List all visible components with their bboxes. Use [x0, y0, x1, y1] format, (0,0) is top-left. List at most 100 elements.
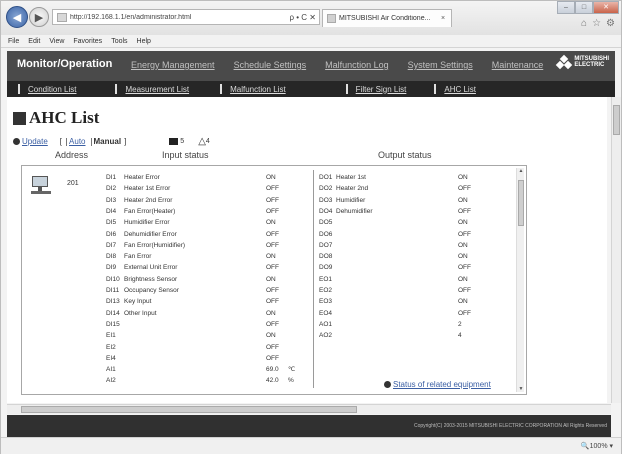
col-header-output: Output status — [378, 150, 432, 160]
scroll-up-icon[interactable]: ▲ — [517, 168, 525, 174]
tab-close-icon[interactable]: × — [441, 15, 451, 22]
input-value: OFF — [266, 230, 279, 238]
address-controls[interactable]: ρ • C ✕ — [281, 13, 319, 22]
window-controls: – □ ✕ — [557, 1, 619, 14]
output-value: 2 — [458, 320, 462, 328]
subnav-measurement-list[interactable]: Measurement List — [115, 84, 189, 94]
browser-toolbar-icons: ⌂ ☆ ⚙ — [581, 18, 615, 29]
input-id: DI4 — [106, 207, 117, 215]
subnav-ahc-list[interactable]: AHC List — [434, 84, 476, 94]
output-value: 4 — [458, 332, 462, 340]
output-id: EO1 — [319, 275, 333, 283]
output-value: ON — [458, 219, 468, 227]
output-value: ON — [458, 298, 468, 306]
main-nav: Energy Management Schedule Settings Malf… — [131, 60, 562, 70]
output-name: Dehumidifier — [336, 207, 373, 215]
page-vertical-scrollbar[interactable] — [611, 97, 621, 403]
menu-tools[interactable]: Tools — [111, 38, 127, 45]
related-equipment-link[interactable]: Status of related equipment — [393, 380, 491, 389]
list-scroll-thumb[interactable] — [518, 180, 524, 226]
menu-edit[interactable]: Edit — [28, 38, 40, 45]
output-value: OFF — [458, 185, 471, 193]
output-value: OFF — [458, 230, 471, 238]
input-value: ON — [266, 275, 276, 283]
address-bar[interactable]: http://192.168.1.1/en/administrator.html… — [52, 9, 320, 25]
output-id: DO1 — [319, 174, 333, 181]
output-value: ON — [458, 253, 468, 261]
nav-maintenance[interactable]: Maintenance — [492, 60, 544, 70]
main-content: AHC List Update [ Auto Manual ] 5 △ 4 Ad… — [7, 97, 607, 403]
settings-gear-icon[interactable]: ⚙ — [606, 18, 615, 29]
input-value: ON — [266, 219, 276, 227]
mitsubishi-logo: MITSUBISHI ELECTRIC — [556, 54, 609, 70]
update-link[interactable]: Update — [22, 137, 48, 146]
page-horizontal-scrollbar[interactable] — [7, 404, 611, 414]
output-id: EO2 — [319, 287, 333, 294]
input-value: OFF — [266, 207, 279, 215]
output-id: DO4 — [319, 207, 333, 215]
col-header-input: Input status — [162, 150, 209, 160]
input-name: Humidifier Error — [124, 219, 170, 227]
input-name: Key Input — [124, 298, 152, 306]
subnav-condition-list[interactable]: Condition List — [18, 84, 76, 94]
browser-window: ◀ ▶ http://192.168.1.1/en/administrator.… — [0, 0, 622, 454]
subnav-malfunction-list[interactable]: Malfunction List — [220, 84, 286, 94]
menu-help[interactable]: Help — [137, 38, 151, 45]
auto-mode-link[interactable]: Auto — [69, 137, 85, 146]
maximize-icon[interactable]: □ — [575, 1, 593, 14]
menu-file[interactable]: File — [8, 38, 19, 45]
input-id: EI2 — [106, 343, 116, 351]
horizontal-scroll-thumb[interactable] — [21, 406, 357, 413]
nav-malfunction-log[interactable]: Malfunction Log — [325, 60, 389, 70]
menu-view[interactable]: View — [49, 38, 64, 45]
browser-tab[interactable]: MITSUBISHI Air Conditione... × — [322, 9, 452, 27]
menu-favorites[interactable]: Favorites — [73, 38, 102, 45]
back-arrow-icon[interactable]: ◀ — [6, 6, 28, 28]
input-value: OFF — [266, 241, 279, 249]
browser-menubar: File Edit View Favorites Tools Help — [1, 35, 621, 48]
zoom-level[interactable]: 🔍100% ▾ — [581, 442, 613, 450]
output-id: DO2 — [319, 185, 333, 193]
input-unit: ℃ — [288, 366, 296, 374]
warning-count: 4 — [205, 138, 210, 145]
output-id: DO8 — [319, 253, 333, 261]
input-value: ON — [266, 253, 276, 261]
output-id: DO7 — [319, 241, 333, 249]
home-icon[interactable]: ⌂ — [581, 18, 587, 29]
control-row: Update [ Auto Manual ] 5 △ 4 — [13, 136, 210, 147]
minimize-icon[interactable]: – — [557, 1, 575, 14]
nav-schedule-settings[interactable]: Schedule Settings — [234, 60, 307, 70]
input-name: Dehumidifier Error — [124, 230, 177, 238]
nav-system-settings[interactable]: System Settings — [408, 60, 473, 70]
scroll-down-icon[interactable]: ▼ — [517, 386, 525, 392]
page-title: AHC List — [13, 108, 99, 128]
close-window-icon[interactable]: ✕ — [593, 1, 619, 14]
ahc-list-panel[interactable]: 201 ▲ ▼ DI1 Heater Error ON DI2 Heater 1st E… — [21, 165, 527, 395]
input-name: Other Input — [124, 309, 157, 317]
three-diamonds-icon — [556, 54, 573, 70]
page-footer: Copyright(C) 2003-2015 MITSUBISHI ELECTR… — [7, 415, 611, 437]
input-id: DI11 — [106, 287, 120, 294]
app-header: Monitor/Operation Energy Management Sche… — [7, 51, 615, 97]
input-unit: % — [288, 377, 294, 385]
related-equipment: Status of related equipment — [384, 380, 491, 389]
input-name: Fan Error — [124, 253, 152, 261]
address-url[interactable]: http://192.168.1.1/en/administrator.html — [70, 14, 281, 21]
output-id: DO3 — [319, 196, 333, 204]
forward-arrow-icon[interactable]: ▶ — [29, 7, 49, 27]
favorites-star-icon[interactable]: ☆ — [592, 18, 601, 29]
copyright-text: Copyright(C) 2003-2015 MITSUBISHI ELECTR… — [413, 423, 607, 429]
page-scroll-thumb[interactable] — [613, 105, 620, 135]
input-value: OFF — [266, 287, 279, 294]
output-value: OFF — [458, 309, 471, 317]
update-bullet-icon — [13, 138, 20, 145]
list-scrollbar[interactable]: ▲ ▼ — [516, 168, 524, 392]
manual-mode-label: Manual — [93, 137, 122, 146]
tab-label: MITSUBISHI Air Conditione... — [339, 15, 431, 22]
related-bullet-icon — [384, 381, 391, 388]
input-value: OFF — [266, 320, 279, 328]
output-name: Heater 2nd — [336, 185, 369, 193]
nav-energy-management[interactable]: Energy Management — [131, 60, 215, 70]
subnav-filter-sign-list[interactable]: Filter Sign List — [346, 84, 407, 94]
mode-bracket-open: [ — [59, 137, 63, 146]
